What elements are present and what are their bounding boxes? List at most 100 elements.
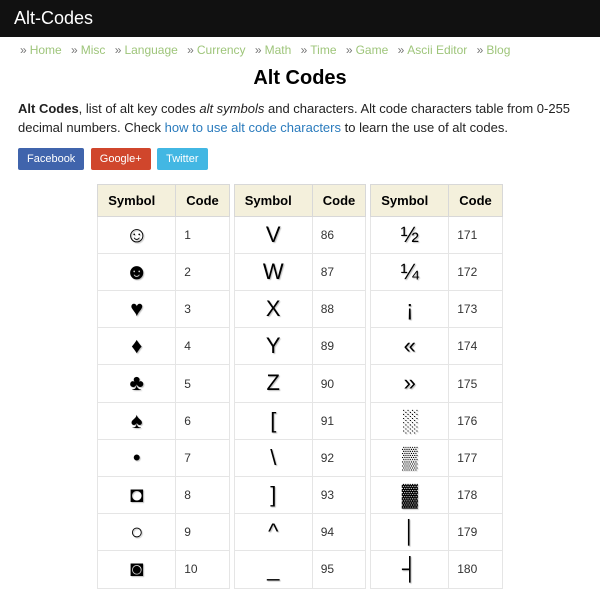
symbol-bullet: • xyxy=(98,439,176,476)
breadcrumb-nav: »Home »Misc »Language »Currency »Math »T… xyxy=(0,37,600,63)
site-header: Alt-Codes xyxy=(0,0,600,37)
symbol-inv-exclam: ¡ xyxy=(371,291,449,328)
nav-separator: » xyxy=(398,43,405,57)
intro-text: to learn the use of alt codes. xyxy=(341,120,508,135)
col-header-symbol: Symbol xyxy=(234,184,312,216)
table-row: X88 xyxy=(234,291,366,328)
nav-link-math[interactable]: Math xyxy=(265,43,292,57)
symbol-box-vert-left: ┤ xyxy=(371,551,449,588)
code-value: 180 xyxy=(449,551,503,588)
code-value: 95 xyxy=(312,551,366,588)
symbol-letter-z: Z xyxy=(234,365,312,402)
symbol-caret: ^ xyxy=(234,514,312,551)
symbol-box-vertical: │ xyxy=(371,514,449,551)
nav-link-language[interactable]: Language xyxy=(124,43,177,57)
col-header-code: Code xyxy=(176,184,230,216)
code-value: 87 xyxy=(312,253,366,290)
code-value: 178 xyxy=(449,477,503,514)
nav-separator: » xyxy=(346,43,353,57)
table-row: «174 xyxy=(371,328,503,365)
nav-separator: » xyxy=(115,43,122,57)
table-row: V86 xyxy=(234,216,366,253)
table-row: ▓178 xyxy=(371,477,503,514)
code-value: 4 xyxy=(176,328,230,365)
code-value: 175 xyxy=(449,365,503,402)
symbol-guillemet-left: « xyxy=(371,328,449,365)
table-row: [91 xyxy=(234,402,366,439)
nav-link-game[interactable]: Game xyxy=(356,43,389,57)
nav-link-time[interactable]: Time xyxy=(310,43,336,57)
nav-link-blog[interactable]: Blog xyxy=(486,43,510,57)
table-row: ♠6 xyxy=(98,402,230,439)
table-row: ♥3 xyxy=(98,291,230,328)
symbol-smile-fill: ☻ xyxy=(98,253,176,290)
alt-code-table-column: SymbolCodeV86W87X88Y89Z90[91\92]93^94_95 xyxy=(234,184,367,589)
symbol-bracket-left: [ xyxy=(234,402,312,439)
intro-link[interactable]: how to use alt code characters xyxy=(165,120,341,135)
table-row: ◘8 xyxy=(98,477,230,514)
code-value: 89 xyxy=(312,328,366,365)
googleplus-button[interactable]: Google+ xyxy=(91,148,151,170)
code-value: 9 xyxy=(176,514,230,551)
alt-codes-tables: SymbolCode☺1☻2♥3♦4♣5♠6•7◘8○9◙10SymbolCod… xyxy=(0,184,600,589)
code-value: 10 xyxy=(176,551,230,588)
table-row: ½171 xyxy=(371,216,503,253)
nav-link-home[interactable]: Home xyxy=(30,43,62,57)
code-value: 172 xyxy=(449,253,503,290)
table-row: ○9 xyxy=(98,514,230,551)
table-row: ]93 xyxy=(234,477,366,514)
code-value: 8 xyxy=(176,477,230,514)
table-row: ┤180 xyxy=(371,551,503,588)
code-value: 2 xyxy=(176,253,230,290)
code-value: 171 xyxy=(449,216,503,253)
symbol-quarter: ¼ xyxy=(371,253,449,290)
site-title: Alt-Codes xyxy=(14,8,93,28)
code-value: 173 xyxy=(449,291,503,328)
nav-separator: » xyxy=(187,43,194,57)
table-row: ¡173 xyxy=(371,291,503,328)
col-header-code: Code xyxy=(312,184,366,216)
twitter-button[interactable]: Twitter xyxy=(157,148,207,170)
symbol-letter-w: W xyxy=(234,253,312,290)
symbol-bracket-right: ] xyxy=(234,477,312,514)
code-value: 177 xyxy=(449,439,503,476)
table-row: _95 xyxy=(234,551,366,588)
col-header-symbol: Symbol xyxy=(371,184,449,216)
table-row: ☺1 xyxy=(98,216,230,253)
symbol-smile-outline: ☺ xyxy=(98,216,176,253)
code-value: 88 xyxy=(312,291,366,328)
symbol-shade-dark: ▓ xyxy=(371,477,449,514)
code-value: 176 xyxy=(449,402,503,439)
col-header-code: Code xyxy=(449,184,503,216)
nav-link-ascii-editor[interactable]: Ascii Editor xyxy=(407,43,467,57)
code-value: 93 xyxy=(312,477,366,514)
table-row: ▒177 xyxy=(371,439,503,476)
table-row: ^94 xyxy=(234,514,366,551)
code-value: 5 xyxy=(176,365,230,402)
symbol-circle: ○ xyxy=(98,514,176,551)
table-row: »175 xyxy=(371,365,503,402)
symbol-heart: ♥ xyxy=(98,291,176,328)
nav-link-currency[interactable]: Currency xyxy=(197,43,246,57)
code-value: 94 xyxy=(312,514,366,551)
code-value: 91 xyxy=(312,402,366,439)
page-title: Alt Codes xyxy=(0,67,600,90)
intro-text: , list of alt key codes xyxy=(79,101,200,116)
table-row: Z90 xyxy=(234,365,366,402)
table-row: ☻2 xyxy=(98,253,230,290)
nav-link-misc[interactable]: Misc xyxy=(81,43,106,57)
symbol-letter-v: V xyxy=(234,216,312,253)
share-bar: Facebook Google+ Twitter xyxy=(0,148,600,184)
symbol-underscore: _ xyxy=(234,551,312,588)
table-row: \92 xyxy=(234,439,366,476)
symbol-backslash: \ xyxy=(234,439,312,476)
facebook-button[interactable]: Facebook xyxy=(18,148,84,170)
symbol-inverse-circle: ◙ xyxy=(98,551,176,588)
symbol-guillemet-right: » xyxy=(371,365,449,402)
symbol-diamond: ♦ xyxy=(98,328,176,365)
symbol-club: ♣ xyxy=(98,365,176,402)
intro-bold: Alt Codes xyxy=(18,101,79,116)
nav-separator: » xyxy=(71,43,78,57)
symbol-shade-medium: ▒ xyxy=(371,439,449,476)
table-row: ♦4 xyxy=(98,328,230,365)
